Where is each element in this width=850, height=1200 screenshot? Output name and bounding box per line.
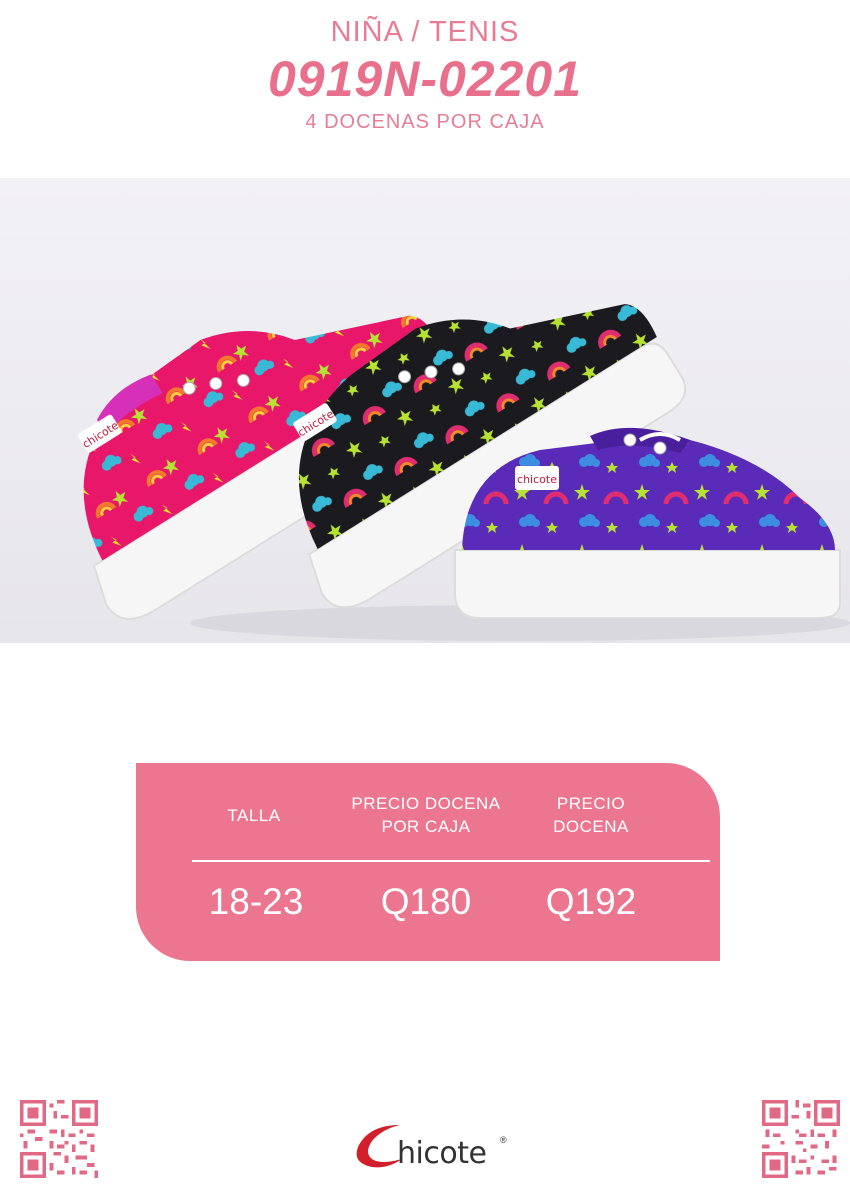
header-size-label: TALLA: [227, 806, 281, 825]
header-price-box-line2: POR CAJA: [381, 817, 471, 836]
product-photo: chicote chicote chicote: [0, 178, 850, 643]
model-code: 0919N-02201: [267, 51, 583, 107]
registered-mark: ®: [500, 1135, 507, 1145]
header-price-dozen-line1: PRECIO: [556, 794, 626, 813]
svg-text:chicote: chicote: [517, 473, 557, 486]
header-price-box: PRECIO DOCENA POR CAJA: [332, 792, 520, 838]
value-size: 18-23: [208, 881, 304, 922]
value-price-dozen: Q192: [545, 881, 637, 922]
qr-code-left[interactable]: [20, 1100, 98, 1178]
qr-code-right[interactable]: [762, 1100, 840, 1178]
brand-name: hicote: [397, 1136, 487, 1171]
header-price-dozen: PRECIO DOCENA: [528, 792, 654, 838]
price-table: TALLA PRECIO DOCENA POR CAJA PRECIO DOCE…: [136, 763, 720, 961]
header-size: TALLA: [196, 804, 312, 827]
table-divider: [192, 860, 710, 862]
brand-logo: hicote ®: [350, 1115, 510, 1175]
value-price-box: Q180: [380, 881, 472, 922]
header-price-box-line1: PRECIO DOCENA: [351, 794, 501, 813]
header-price-dozen-line2: DOCENA: [553, 817, 629, 836]
pack-info: 4 DOCENAS POR CAJA: [305, 111, 545, 133]
category-label: NIÑA / TENIS: [330, 16, 520, 48]
